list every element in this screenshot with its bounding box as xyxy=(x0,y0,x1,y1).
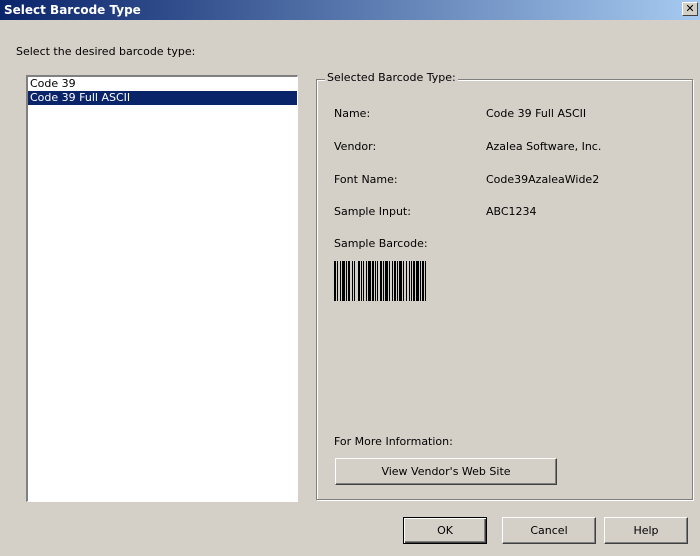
name-value: Code 39 Full ASCII xyxy=(486,107,587,120)
name-label: Name: xyxy=(334,107,371,120)
vendor-label: Vendor: xyxy=(334,140,377,153)
barcode-type-list[interactable]: Code 39 Code 39 Full ASCII xyxy=(26,75,298,502)
vendor-value: Azalea Software, Inc. xyxy=(486,140,602,153)
help-button[interactable]: Help xyxy=(604,517,688,544)
window-title: Select Barcode Type xyxy=(4,3,141,17)
close-icon: ✕ xyxy=(685,2,695,15)
group-legend: Selected Barcode Type: xyxy=(325,71,458,84)
cancel-button[interactable]: Cancel xyxy=(502,517,596,544)
title-bar: Select Barcode Type ✕ xyxy=(0,0,700,20)
view-vendor-website-button[interactable]: View Vendor's Web Site xyxy=(335,458,557,485)
list-item-code-39[interactable]: Code 39 xyxy=(28,77,297,91)
sample-input-label: Sample Input: xyxy=(334,205,411,218)
close-button[interactable]: ✕ xyxy=(682,2,698,16)
sample-barcode-image xyxy=(334,261,426,301)
sample-input-value: ABC1234 xyxy=(486,205,537,218)
more-info-label: For More Information: xyxy=(334,435,453,448)
prompt-label: Select the desired barcode type: xyxy=(16,45,196,58)
font-name-label: Font Name: xyxy=(334,173,398,186)
list-item-code-39-full-ascii[interactable]: Code 39 Full ASCII xyxy=(28,91,297,105)
sample-barcode-label: Sample Barcode: xyxy=(334,237,428,250)
font-name-value: Code39AzaleaWide2 xyxy=(486,173,600,186)
ok-button[interactable]: OK xyxy=(403,517,487,544)
